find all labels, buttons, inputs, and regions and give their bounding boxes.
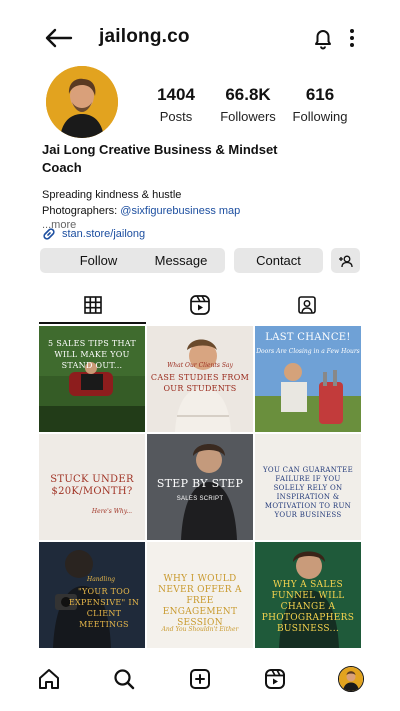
- add-person-icon: [338, 255, 353, 267]
- post-tile[interactable]: Step By Step Sales Script: [147, 434, 253, 540]
- profile-tabs: [39, 286, 361, 324]
- post-title: "Your Too Expensive" In Client Meetings: [68, 587, 140, 629]
- reels-nav-icon[interactable]: [262, 666, 288, 692]
- stat-posts[interactable]: 1404 Posts: [136, 85, 216, 124]
- profile-display-name: Jai Long Creative Business & Mindset: [42, 142, 278, 157]
- post-tile[interactable]: Why I Would Never Offer A Free Engagemen…: [147, 542, 253, 648]
- post-title: Last Chance!: [265, 332, 351, 343]
- home-icon[interactable]: [36, 666, 62, 692]
- search-icon[interactable]: [111, 666, 137, 692]
- tab-posts-grid[interactable]: [39, 286, 146, 324]
- post-tile[interactable]: Why A Sales Funnel Will Change A Photogr…: [255, 542, 361, 648]
- post-title: Why I Would Never Offer A Free Engagemen…: [158, 574, 242, 628]
- post-subtitle: And You Shouldn't Either: [161, 626, 239, 633]
- posts-label: Posts: [159, 109, 193, 124]
- bio-prefix: Photographers:: [42, 205, 121, 217]
- profile-display-name-cont: Coach: [42, 160, 82, 175]
- following-count: 616: [305, 85, 335, 104]
- tab-reels[interactable]: [146, 286, 253, 324]
- more-options-icon[interactable]: [345, 26, 359, 50]
- post-subtitle: Here's Why...: [91, 508, 133, 515]
- profile-external-link[interactable]: stan.store/jailong: [42, 227, 145, 241]
- post-tile[interactable]: Last Chance! Doors Are Closing in a Few …: [255, 326, 361, 432]
- post-title: Case Studies From Our Students: [150, 373, 250, 393]
- profile-username: jailong.co: [99, 26, 190, 47]
- post-title: Stuck Under $20K/Month?: [50, 474, 134, 497]
- suggested-accounts-button[interactable]: [331, 248, 360, 273]
- profile-nav-avatar[interactable]: [338, 666, 364, 692]
- active-tab-indicator: [39, 322, 146, 324]
- post-title: Why A Sales Funnel Will Change A Photogr…: [261, 580, 355, 634]
- notification-bell-icon[interactable]: [311, 26, 335, 50]
- stat-following[interactable]: 616 Following: [280, 85, 360, 124]
- profile-avatar[interactable]: [46, 66, 118, 138]
- bottom-navigation: [0, 654, 400, 711]
- post-subtitle: What Our Clients Say: [167, 362, 233, 369]
- post-subtitle: Handling: [86, 576, 116, 583]
- post-tile[interactable]: Handling "Your Too Expensive" In Client …: [39, 542, 145, 648]
- followers-label: Followers: [220, 109, 276, 124]
- post-tile[interactable]: Stuck Under $20K/Month? Here's Why...: [39, 434, 145, 540]
- post-tile[interactable]: What Our Clients Say Case Studies From O…: [147, 326, 253, 432]
- profile-bio: Jai Long Creative Business & Mindset Coa…: [42, 141, 372, 232]
- top-bar: jailong.co: [0, 0, 400, 76]
- bio-text: Spreading kindness & hustle: [42, 189, 182, 201]
- tab-tagged[interactable]: [253, 286, 360, 324]
- profile-link-text: stan.store/jailong: [62, 228, 146, 240]
- message-button[interactable]: Message: [137, 248, 225, 273]
- stat-followers[interactable]: 66.8K Followers: [208, 85, 288, 124]
- contact-button[interactable]: Contact: [234, 248, 323, 273]
- grid-icon: [83, 296, 102, 314]
- posts-count: 1404: [157, 85, 195, 104]
- post-subtitle: Doors Are Closing in a Few Hours: [256, 348, 360, 355]
- post-subtitle: Sales Script: [176, 496, 224, 502]
- followers-count: 66.8K: [225, 85, 271, 104]
- post-tile[interactable]: You Can Guarantee Failure If You Solely …: [255, 434, 361, 540]
- bio-mention-link[interactable]: @sixfigurebusiness map: [120, 205, 240, 217]
- post-title: Step By Step: [156, 477, 244, 490]
- post-tile[interactable]: 5 Sales Tips That Will Make You Stand Ou…: [39, 326, 145, 432]
- following-label: Following: [292, 109, 348, 124]
- tagged-icon: [297, 296, 316, 314]
- post-title: 5 Sales Tips That Will Make You Stand Ou…: [47, 339, 137, 370]
- link-icon: [43, 228, 55, 240]
- reels-icon: [189, 295, 210, 315]
- back-arrow-icon[interactable]: [44, 26, 74, 50]
- bio-photographers-line: Photographers: @sixfigurebusiness map: [42, 204, 372, 218]
- create-post-icon[interactable]: [187, 666, 213, 692]
- post-title: You Can Guarantee Failure If You Solely …: [262, 466, 354, 519]
